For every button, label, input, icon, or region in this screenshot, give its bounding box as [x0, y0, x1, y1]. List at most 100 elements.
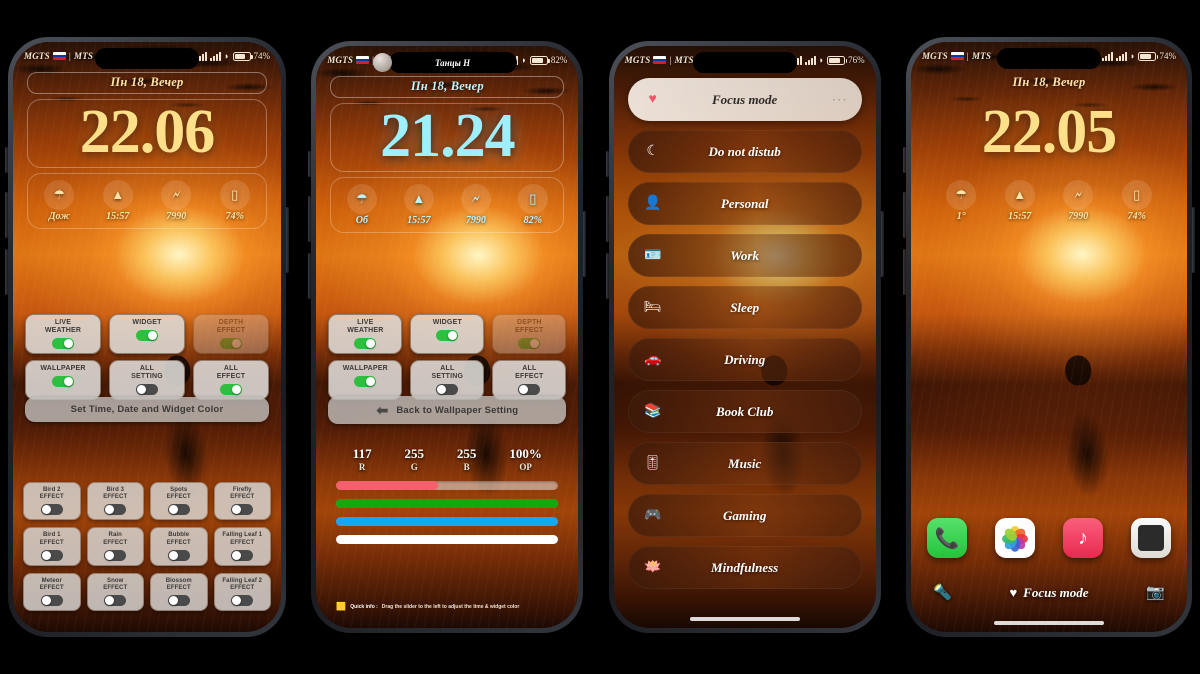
set-time-date-widget-color-button[interactable]: Set Time, Date and Widget Color	[25, 397, 269, 422]
effect-falling-leaf-2[interactable]: Falling Leaf 2 EFFECT	[213, 572, 271, 612]
toggle-wallpaper-switch[interactable]	[52, 376, 74, 388]
effect-snow[interactable]: Snow EFFECT	[86, 572, 144, 612]
dynamic-island[interactable]	[692, 52, 797, 73]
toggle-wallpaper[interactable]: WALLPAPER	[328, 360, 403, 401]
focus-mode-more-icon[interactable]: ···	[832, 92, 848, 108]
toggle-live-weather[interactable]: LIVE WEATHER	[328, 314, 403, 355]
app-calculator-icon[interactable]	[1130, 518, 1171, 558]
toggle-live-weather-switch[interactable]	[52, 338, 74, 350]
focus-item-music[interactable]: 🎚 Music	[627, 442, 862, 485]
toggle-widget[interactable]: WIDGET	[410, 314, 485, 355]
effect-rain[interactable]: Rain EFFECT	[86, 527, 144, 566]
power-button[interactable]	[286, 207, 289, 273]
focus-item-sleep[interactable]: 🛏 Sleep	[627, 286, 862, 329]
dynamic-island[interactable]	[95, 48, 199, 69]
widget-steps[interactable]: 🗲 7990	[447, 184, 504, 226]
effect-rain-switch[interactable]	[104, 549, 127, 561]
volume-up-button[interactable]	[308, 196, 312, 242]
toggle-all-setting-switch[interactable]	[136, 384, 158, 396]
app-music-icon[interactable]: ♪	[1062, 518, 1103, 558]
toggle-depth-effect-switch[interactable]	[220, 338, 242, 350]
date-pill[interactable]: Пн 18, Вечер	[27, 72, 267, 94]
effect-spots[interactable]: Spots EFFECT	[150, 482, 208, 521]
home-indicator[interactable]	[689, 617, 800, 621]
widget-battery[interactable]: ▯ 74%	[1107, 180, 1166, 222]
toggle-all-setting[interactable]: ALL SETTING	[410, 360, 485, 401]
effect-bird-1-switch[interactable]	[40, 549, 63, 561]
app-photos-icon[interactable]	[994, 518, 1035, 558]
volume-down-button[interactable]	[5, 249, 8, 295]
toggle-all-effect-switch[interactable]	[518, 384, 541, 396]
effect-spots-switch[interactable]	[167, 504, 190, 516]
focus-item-work[interactable]: 🪪 Work	[627, 234, 862, 277]
toggle-all-effect-switch[interactable]	[220, 384, 242, 396]
focus-item-focus-mode[interactable]: ♥ Focus mode ···	[627, 78, 862, 121]
toggle-all-setting-switch[interactable]	[436, 384, 459, 396]
toggle-all-effect[interactable]: ALL EFFECT	[492, 360, 567, 401]
mute-switch[interactable]	[308, 151, 312, 177]
widget-battery[interactable]: ▯ 82%	[504, 184, 561, 226]
toggle-depth-effect[interactable]: DEPTH EFFECT	[193, 314, 269, 355]
flashlight-icon[interactable]: 🔦	[933, 583, 952, 602]
focus-item-book-club[interactable]: 📚 Book Club	[627, 390, 862, 433]
focus-item-personal[interactable]: 👤 Personal	[627, 182, 862, 225]
power-button[interactable]	[1191, 207, 1195, 273]
app-phone-icon[interactable]: 📞	[926, 518, 967, 558]
widget-alarm[interactable]: ▲ 15:57	[990, 180, 1049, 222]
toggle-live-weather-switch[interactable]	[354, 338, 377, 350]
volume-up-button[interactable]	[605, 196, 609, 242]
focus-mode-status[interactable]: ♥ Focus mode	[1009, 585, 1088, 601]
dynamic-island[interactable]	[996, 48, 1101, 69]
effect-firefly-switch[interactable]	[231, 504, 254, 516]
toggle-wallpaper[interactable]: WALLPAPER	[25, 360, 101, 401]
effect-bird-2-switch[interactable]	[40, 504, 63, 516]
widget-alarm[interactable]: ▲ 15:57	[390, 184, 447, 226]
widget-alarm[interactable]: ▲ 15:57	[89, 180, 148, 222]
toggle-depth-effect-switch[interactable]	[518, 338, 541, 350]
effect-meteor-switch[interactable]	[40, 595, 63, 607]
date-pill[interactable]: Пн 18, Вечер	[330, 76, 565, 98]
clock-widget[interactable]: 22.06	[27, 99, 267, 169]
effect-bird-2[interactable]: Bird 2 EFFECT	[23, 482, 81, 521]
widget-weather[interactable]: ☂ Дож	[30, 180, 89, 222]
clock-widget[interactable]: 21.24	[330, 103, 565, 173]
slider-g[interactable]	[336, 499, 559, 508]
volume-down-button[interactable]	[902, 249, 906, 295]
mute-switch[interactable]	[605, 151, 609, 177]
effect-falling-leaf-1-switch[interactable]	[231, 549, 254, 561]
focus-item-gaming[interactable]: 🎮 Gaming	[627, 494, 862, 537]
widget-steps[interactable]: 🗲 7990	[1049, 180, 1108, 222]
effect-bird-3[interactable]: Bird 3 EFFECT	[86, 482, 144, 521]
effect-snow-switch[interactable]	[104, 595, 127, 607]
back-to-wallpaper-setting-button[interactable]: ⬅ Back to Wallpaper Setting	[328, 396, 567, 424]
slider-op[interactable]	[336, 535, 559, 544]
effect-bubble-switch[interactable]	[167, 549, 190, 561]
focus-item-mindfulness[interactable]: 🪷 Mindfulness	[627, 546, 862, 589]
power-button[interactable]	[880, 211, 884, 277]
toggle-wallpaper-switch[interactable]	[354, 376, 377, 388]
toggle-widget-switch[interactable]	[136, 330, 158, 342]
volume-down-button[interactable]	[605, 253, 609, 299]
power-button[interactable]	[583, 211, 587, 277]
toggle-widget-switch[interactable]	[436, 330, 459, 342]
toggle-all-setting[interactable]: ALL SETTING	[109, 360, 185, 401]
volume-down-button[interactable]	[308, 253, 312, 299]
effect-falling-leaf-2-switch[interactable]	[231, 595, 254, 607]
slider-b[interactable]	[336, 517, 559, 526]
home-indicator[interactable]	[993, 621, 1104, 625]
mute-switch[interactable]	[5, 147, 8, 173]
focus-item-driving[interactable]: 🚗 Driving	[627, 338, 862, 381]
dynamic-island-now-playing[interactable]: Танцы Н	[372, 52, 517, 73]
toggle-all-effect[interactable]: ALL EFFECT	[193, 360, 269, 401]
effect-bubble[interactable]: Bubble EFFECT	[150, 527, 208, 566]
effect-blossom[interactable]: Blossom EFFECT	[150, 572, 208, 612]
toggle-depth-effect[interactable]: DEPTH EFFECT	[492, 314, 567, 355]
slider-r[interactable]	[336, 481, 559, 490]
widget-steps[interactable]: 🗲 7990	[147, 180, 206, 222]
effect-bird-1[interactable]: Bird 1 EFFECT	[23, 527, 81, 566]
effect-falling-leaf-1[interactable]: Falling Leaf 1 EFFECT	[213, 527, 271, 566]
volume-up-button[interactable]	[5, 192, 8, 238]
mute-switch[interactable]	[902, 147, 906, 173]
camera-icon[interactable]: 📷	[1146, 583, 1165, 602]
effect-blossom-switch[interactable]	[167, 595, 190, 607]
